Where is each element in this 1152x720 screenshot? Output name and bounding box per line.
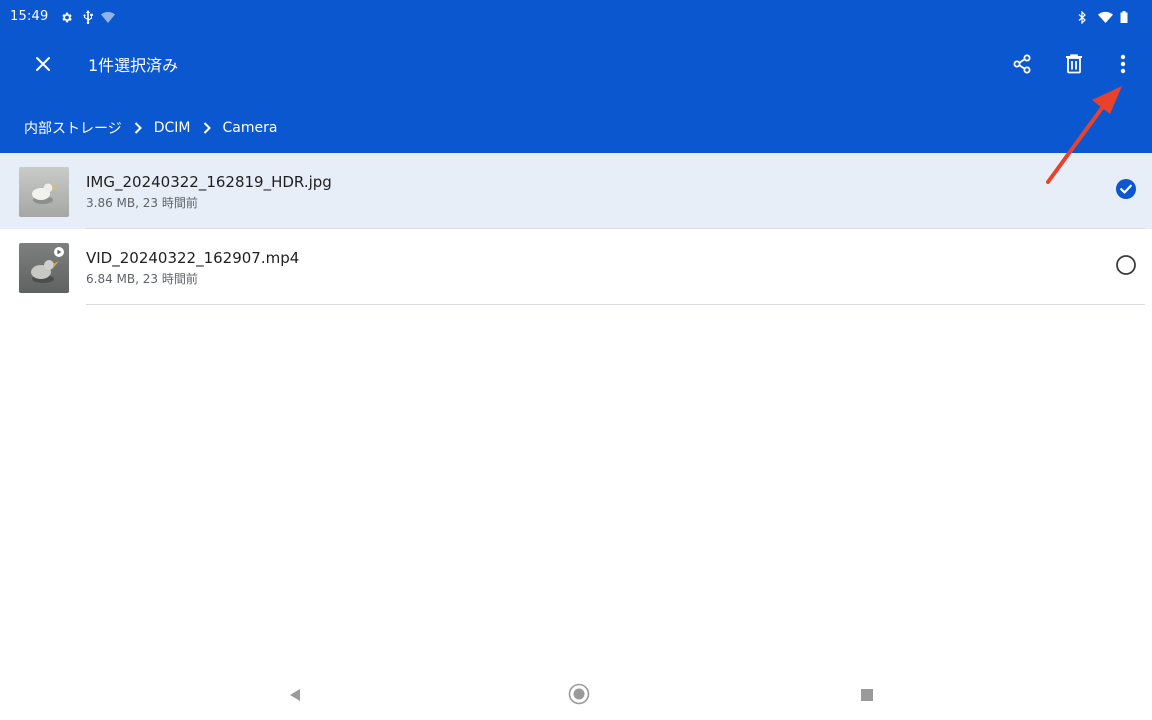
status-time: 15:49 <box>10 9 49 24</box>
usb-status-icon <box>80 9 96 25</box>
breadcrumb: 内部ストレージ DCIM Camera <box>24 113 277 143</box>
navigation-bar <box>0 672 1152 720</box>
home-circle-icon <box>568 683 590 709</box>
share-icon <box>1012 54 1032 78</box>
recents-button[interactable] <box>853 682 881 710</box>
wifi-off-status-icon <box>100 9 116 25</box>
video-thumbnail <box>19 243 69 293</box>
back-button[interactable] <box>281 682 309 710</box>
app-header: 15:49 1件選択済み 内部ストレージ DCIM Camera <box>0 0 1152 153</box>
chevron-right-icon <box>134 122 142 134</box>
file-name: VID_20240322_162907.mp4 <box>86 249 300 267</box>
check-circle-icon <box>1115 178 1137 204</box>
file-meta: 3.86 MB, 23 時間前 <box>86 196 198 210</box>
action-bar: 1件選択済み <box>0 34 1152 98</box>
breadcrumb-camera[interactable]: Camera <box>223 120 278 136</box>
file-meta: 6.84 MB, 23 時間前 <box>86 272 198 286</box>
file-list: IMG_20240322_162819_HDR.jpg 3.86 MB, 23 … <box>0 153 1152 305</box>
more-vert-icon <box>1120 54 1126 78</box>
wifi-status-icon <box>1097 9 1113 25</box>
row-divider <box>86 304 1145 305</box>
chevron-right-icon <box>203 122 211 134</box>
battery-status-icon <box>1118 9 1130 25</box>
file-row-image[interactable]: IMG_20240322_162819_HDR.jpg 3.86 MB, 23 … <box>0 153 1152 229</box>
image-thumbnail <box>19 167 69 217</box>
selection-checkbox[interactable] <box>1114 179 1138 203</box>
share-button[interactable] <box>1000 44 1044 88</box>
delete-button[interactable] <box>1052 44 1096 88</box>
file-name: IMG_20240322_162819_HDR.jpg <box>86 173 332 191</box>
home-button[interactable] <box>565 682 593 710</box>
close-icon <box>35 56 51 76</box>
unchecked-circle-icon <box>1115 254 1137 280</box>
selection-checkbox[interactable] <box>1114 255 1138 279</box>
breadcrumb-dcim[interactable]: DCIM <box>154 120 191 136</box>
back-triangle-icon <box>288 687 302 706</box>
file-row-video[interactable]: VID_20240322_162907.mp4 6.84 MB, 23 時間前 <box>0 229 1152 305</box>
recents-square-icon <box>860 687 874 706</box>
breadcrumb-internal-storage[interactable]: 内部ストレージ <box>24 118 122 138</box>
delete-icon <box>1065 54 1083 78</box>
settings-status-icon <box>58 9 74 25</box>
status-bar: 15:49 <box>0 0 1152 34</box>
bluetooth-status-icon <box>1076 9 1088 25</box>
more-options-button[interactable] <box>1101 44 1145 88</box>
selection-count-title: 1件選択済み <box>88 56 179 75</box>
close-selection-button[interactable] <box>21 44 65 88</box>
